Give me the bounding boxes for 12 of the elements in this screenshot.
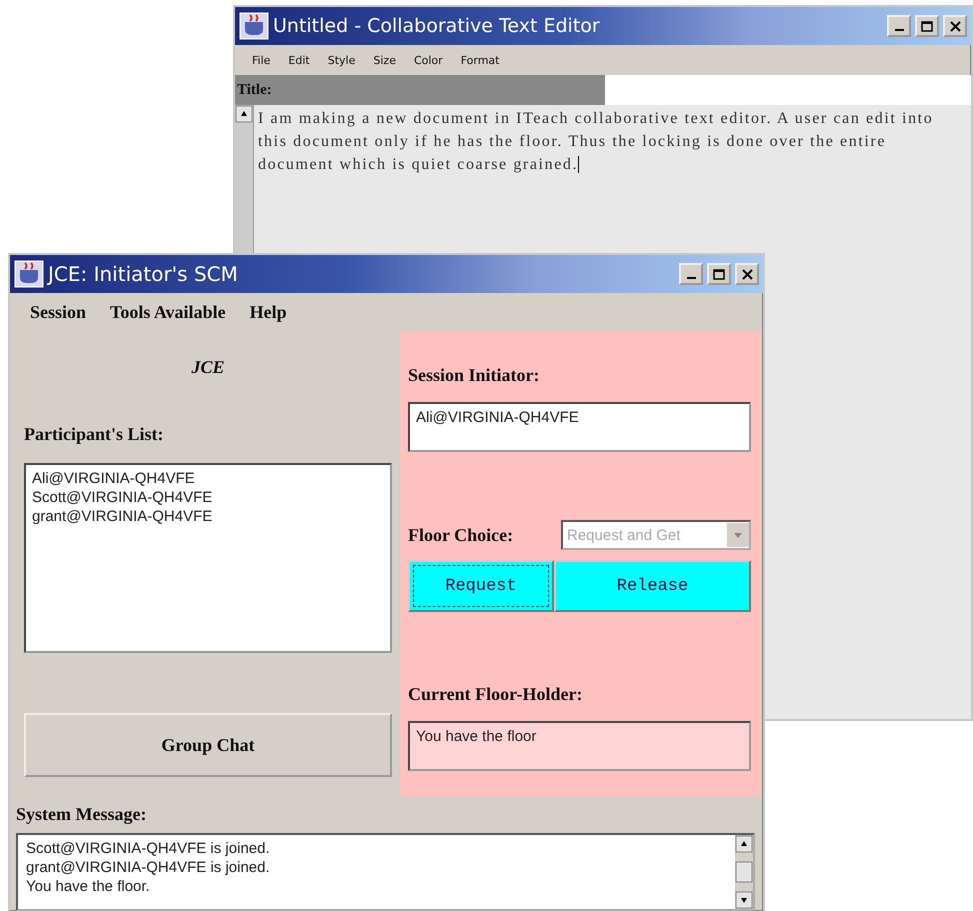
participants-label: Participant's List: [24, 424, 164, 445]
window-title: Untitled - Collaborative Text Editor [273, 15, 601, 37]
floor-choice-label: Floor Choice: [408, 524, 514, 546]
system-message: Scott@VIRGINIA-QH4VFE is joined. [26, 839, 271, 858]
system-message: You have the floor. [26, 877, 151, 896]
title-label: Title: [237, 82, 272, 98]
floor-holder-label: Current Floor-Holder: [408, 684, 584, 705]
system-message: grant@VIRGINIA-QH4VFE is joined. [26, 858, 271, 877]
app-heading: JCE [191, 357, 224, 378]
window-title: JCE: Initiator's SCM [48, 262, 239, 286]
system-message-label: System Message: [16, 804, 148, 825]
initiator-label: Session Initiator: [408, 365, 541, 386]
